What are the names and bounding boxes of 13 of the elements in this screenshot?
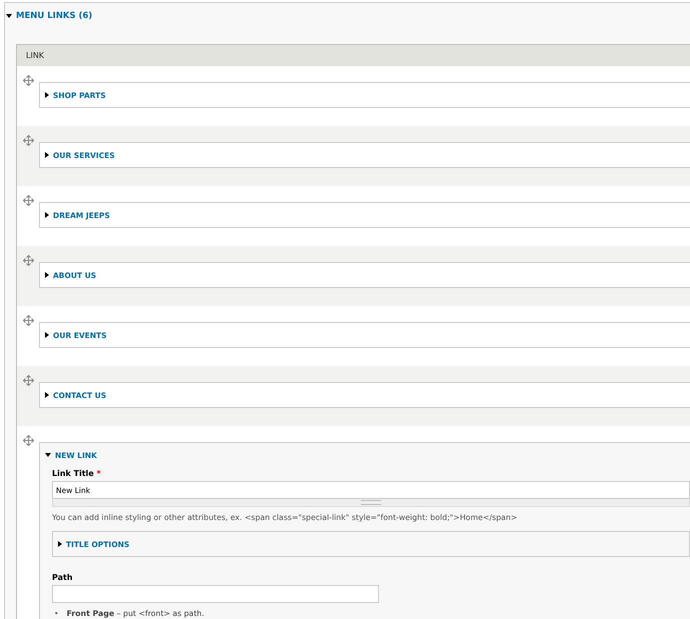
field-label: Path (52, 573, 74, 582)
drag-handle-icon[interactable] (23, 255, 34, 266)
field-label: Link Title * (52, 469, 102, 478)
drag-handle-icon[interactable] (23, 435, 34, 446)
resize-grip[interactable] (52, 499, 690, 507)
drag-handle-icon[interactable] (23, 135, 34, 146)
path-field[interactable] (52, 585, 379, 603)
drag-handle-icon[interactable] (23, 375, 34, 386)
menu-links-toggle[interactable]: MENU LINKS (6) (6, 11, 92, 21)
table-header: LINK (17, 45, 690, 66)
drag-handle-icon[interactable] (23, 75, 34, 86)
drag-handle-icon[interactable] (23, 315, 34, 326)
drag-handle-icon[interactable] (23, 195, 34, 206)
